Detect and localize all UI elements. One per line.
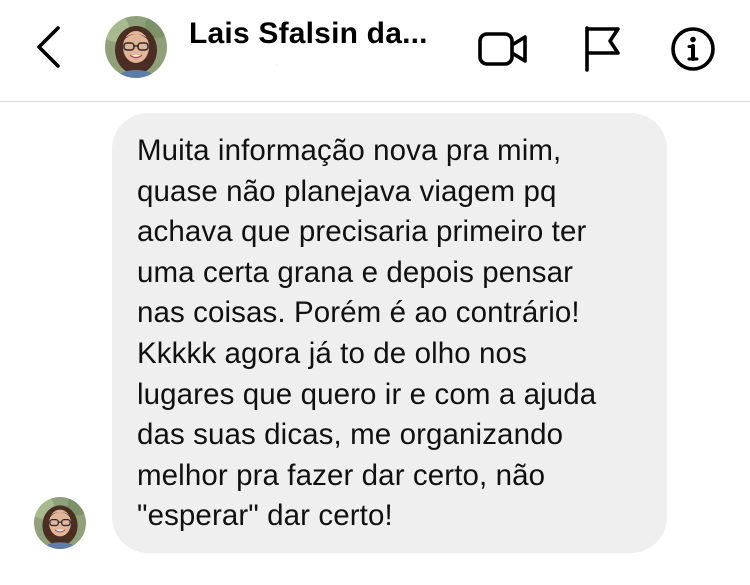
back-button[interactable] (26, 22, 70, 72)
message-bubble[interactable]: Muita informação nova pra mim, quase não… (112, 113, 667, 553)
info-button[interactable] (668, 24, 718, 74)
profile-photo (34, 497, 86, 549)
video-call-button[interactable] (478, 24, 528, 74)
contact-avatar[interactable] (105, 16, 167, 78)
contact-status: · (276, 62, 278, 68)
contact-name[interactable]: Lais Sfalsin da... (189, 17, 451, 51)
chat-header: Lais Sfalsin da... · (0, 0, 750, 102)
chevron-left-icon (37, 26, 60, 68)
message-thread[interactable]: Muita informação nova pra mim, quase não… (0, 102, 750, 585)
report-button[interactable] (577, 24, 627, 74)
profile-photo (105, 16, 167, 78)
flag-icon (585, 26, 620, 72)
direct-message-screen: Lais Sfalsin da... · Muita informação no… (0, 0, 750, 585)
video-camera-icon (478, 32, 527, 66)
sender-avatar[interactable] (34, 497, 86, 549)
info-icon (671, 27, 715, 71)
message-text: Muita informação nova pra mim, quase não… (137, 134, 597, 533)
